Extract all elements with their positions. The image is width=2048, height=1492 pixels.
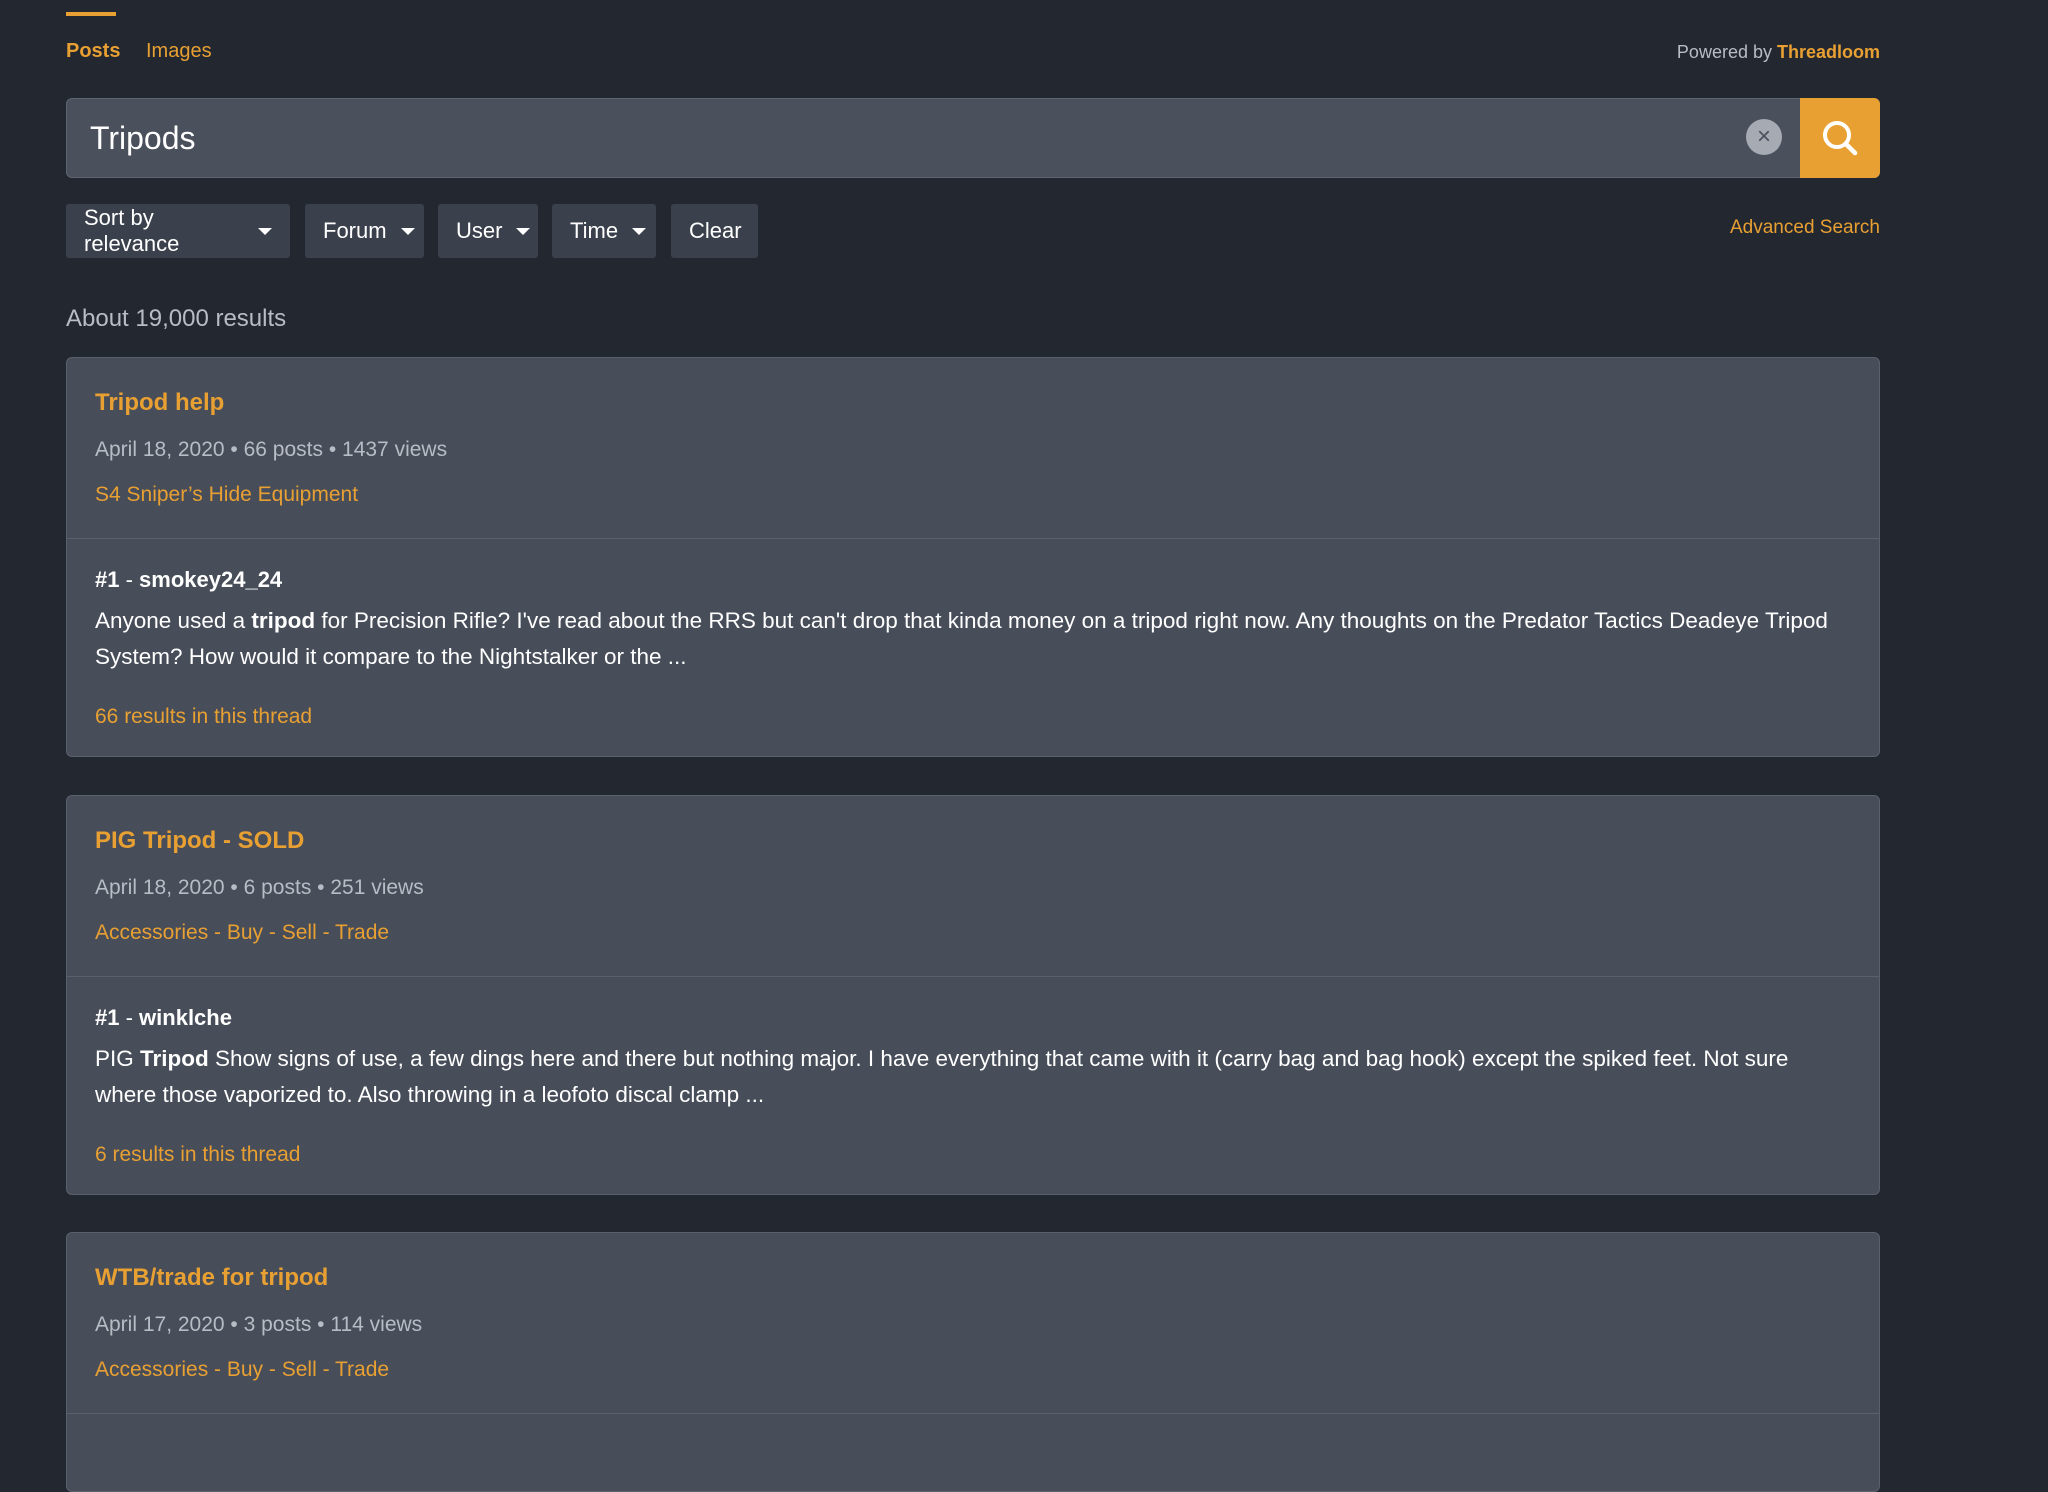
search-input[interactable] [67, 99, 1747, 177]
excerpt-highlight: Tripod [140, 1046, 209, 1071]
excerpt-text: for Precision Rifle? I've read about the… [95, 608, 1828, 669]
result-header: Tripod help April 18, 2020 • 66 posts • … [67, 358, 1879, 539]
caret-down-icon [258, 227, 272, 235]
search-icon [1823, 121, 1858, 156]
excerpt-text: Anyone used a [95, 608, 252, 633]
user-label: User [456, 218, 503, 243]
post-number: #1 [95, 1005, 120, 1030]
post-author[interactable]: winklche [139, 1005, 232, 1030]
result-meta: April 17, 2020 • 3 posts • 114 views [95, 1313, 423, 1336]
excerpt-text: PIG [95, 1046, 141, 1071]
time-label: Time [570, 218, 619, 243]
clear-button[interactable]: Clear [671, 204, 758, 258]
post-excerpt: PIG Tripod Show signs of use, a few ding… [95, 1041, 1855, 1113]
tab-posts[interactable]: Posts [66, 12, 120, 63]
search-page: Posts Images Powered by Threadloom × Sor… [66, 0, 1880, 1492]
post-author-line: #1 - smokey24_24 [95, 567, 282, 593]
tab-images[interactable]: Images [146, 40, 212, 63]
caret-down-icon [516, 227, 531, 235]
result-meta: April 18, 2020 • 66 posts • 1437 views [95, 438, 448, 461]
time-dropdown[interactable]: Time [552, 204, 656, 258]
sort-dropdown[interactable]: Sort by relevance [66, 204, 290, 258]
powered-by-prefix: Powered by [1676, 42, 1777, 62]
post-separator: - [119, 567, 140, 592]
search-bar: × [66, 98, 1880, 178]
post-author[interactable]: smokey24_24 [139, 567, 282, 592]
clear-label: Clear [689, 218, 742, 243]
tabs-bar: Posts Images Powered by Threadloom [66, 0, 1880, 84]
user-dropdown[interactable]: User [438, 204, 538, 258]
results-count: About 19,000 results [66, 305, 287, 332]
result-card: WTB/trade for tripod April 17, 2020 • 3 … [66, 1232, 1880, 1492]
result-post: #1 - winklche PIG Tripod Show signs of u… [67, 977, 1879, 1194]
result-meta: April 18, 2020 • 6 posts • 251 views [95, 876, 424, 899]
post-excerpt: Anyone used a tripod for Precision Rifle… [95, 603, 1855, 675]
powered-by-brand[interactable]: Threadloom [1777, 42, 1880, 62]
forum-label: Forum [323, 218, 387, 243]
result-header: PIG Tripod - SOLD April 18, 2020 • 6 pos… [67, 796, 1879, 977]
powered-by: Powered by Threadloom [1677, 42, 1880, 63]
caret-down-icon [400, 227, 415, 235]
thread-results-link[interactable]: 6 results in this thread [95, 1143, 300, 1167]
thread-results-link[interactable]: 66 results in this thread [95, 705, 312, 729]
result-forum-link[interactable]: S4 Sniper’s Hide Equipment [95, 483, 358, 507]
result-post: #1 - smokey24_24 Anyone used a tripod fo… [67, 539, 1879, 756]
post-number: #1 [95, 567, 120, 592]
result-header: WTB/trade for tripod April 17, 2020 • 3 … [67, 1233, 1879, 1414]
post-separator: - [119, 1005, 140, 1030]
forum-dropdown[interactable]: Forum [305, 204, 424, 258]
advanced-search-link[interactable]: Advanced Search [1730, 217, 1880, 239]
result-title[interactable]: Tripod help [95, 389, 224, 417]
sort-label: Sort by relevance [84, 205, 180, 256]
result-forum-link[interactable]: Accessories - Buy - Sell - Trade [95, 1358, 389, 1382]
excerpt-highlight: tripod [251, 608, 316, 633]
result-title[interactable]: PIG Tripod - SOLD [95, 827, 304, 855]
result-card: Tripod help April 18, 2020 • 66 posts • … [66, 357, 1880, 757]
excerpt-text: Show signs of use, a few dings here and … [95, 1046, 1789, 1107]
result-title[interactable]: WTB/trade for tripod [95, 1264, 328, 1292]
caret-down-icon [632, 227, 647, 235]
close-icon[interactable]: × [1746, 119, 1782, 155]
result-forum-link[interactable]: Accessories - Buy - Sell - Trade [95, 921, 389, 945]
post-author-line: #1 - winklche [95, 1005, 232, 1031]
search-button[interactable] [1800, 98, 1880, 178]
result-card: PIG Tripod - SOLD April 18, 2020 • 6 pos… [66, 795, 1880, 1195]
